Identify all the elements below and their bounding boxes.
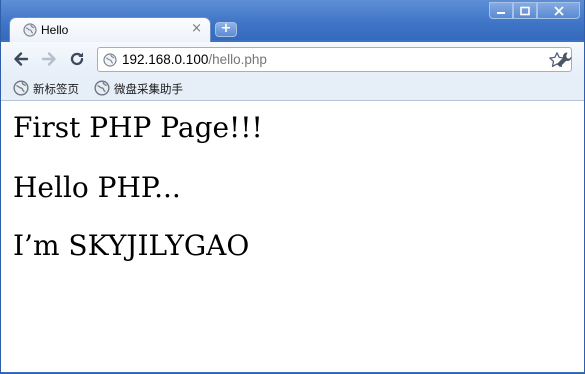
new-tab-button[interactable]: + (215, 22, 237, 37)
wrench-icon[interactable] (554, 50, 574, 70)
maximize-button[interactable] (513, 2, 537, 19)
tab-strip: Hello × + (1, 0, 584, 42)
greeting-line: Hello PHP... (13, 171, 181, 204)
minimize-icon (497, 11, 505, 14)
globe-icon (94, 80, 110, 96)
globe-icon (23, 23, 37, 37)
url-text: 192.168.0.100/hello.php (122, 52, 267, 67)
url-path: /hello.php (208, 52, 267, 67)
tab-close-icon[interactable]: × (191, 21, 202, 36)
page-heading-line: First PHP Page!!! (13, 111, 263, 144)
tab-hello[interactable]: Hello × (9, 17, 211, 42)
forward-arrow-icon[interactable] (39, 49, 59, 69)
address-bar[interactable]: 192.168.0.100/hello.php (97, 47, 572, 72)
reload-icon[interactable] (67, 49, 87, 69)
browser-window: Hello × + 192.168.0.100/hello.php 新标签页 微… (0, 0, 585, 374)
globe-icon (103, 53, 117, 67)
bookmark-label: 新标签页 (33, 82, 79, 96)
back-arrow-icon[interactable] (11, 49, 31, 69)
maximize-icon (520, 6, 530, 15)
tab-title: Hello (41, 23, 69, 37)
close-button[interactable] (537, 2, 580, 19)
author-line: I’m SKYJILYGAO (13, 229, 250, 262)
bookmarks-bar: 新标签页 微盘采集助手 (1, 76, 584, 101)
bookmark-label: 微盘采集助手 (114, 82, 183, 96)
minimize-button[interactable] (489, 2, 513, 19)
url-host: 192.168.0.100 (122, 52, 209, 67)
page-content: First PHP Page!!! Hello PHP... I’m SKYJI… (1, 101, 584, 372)
close-icon (553, 5, 564, 16)
globe-icon (13, 80, 29, 96)
